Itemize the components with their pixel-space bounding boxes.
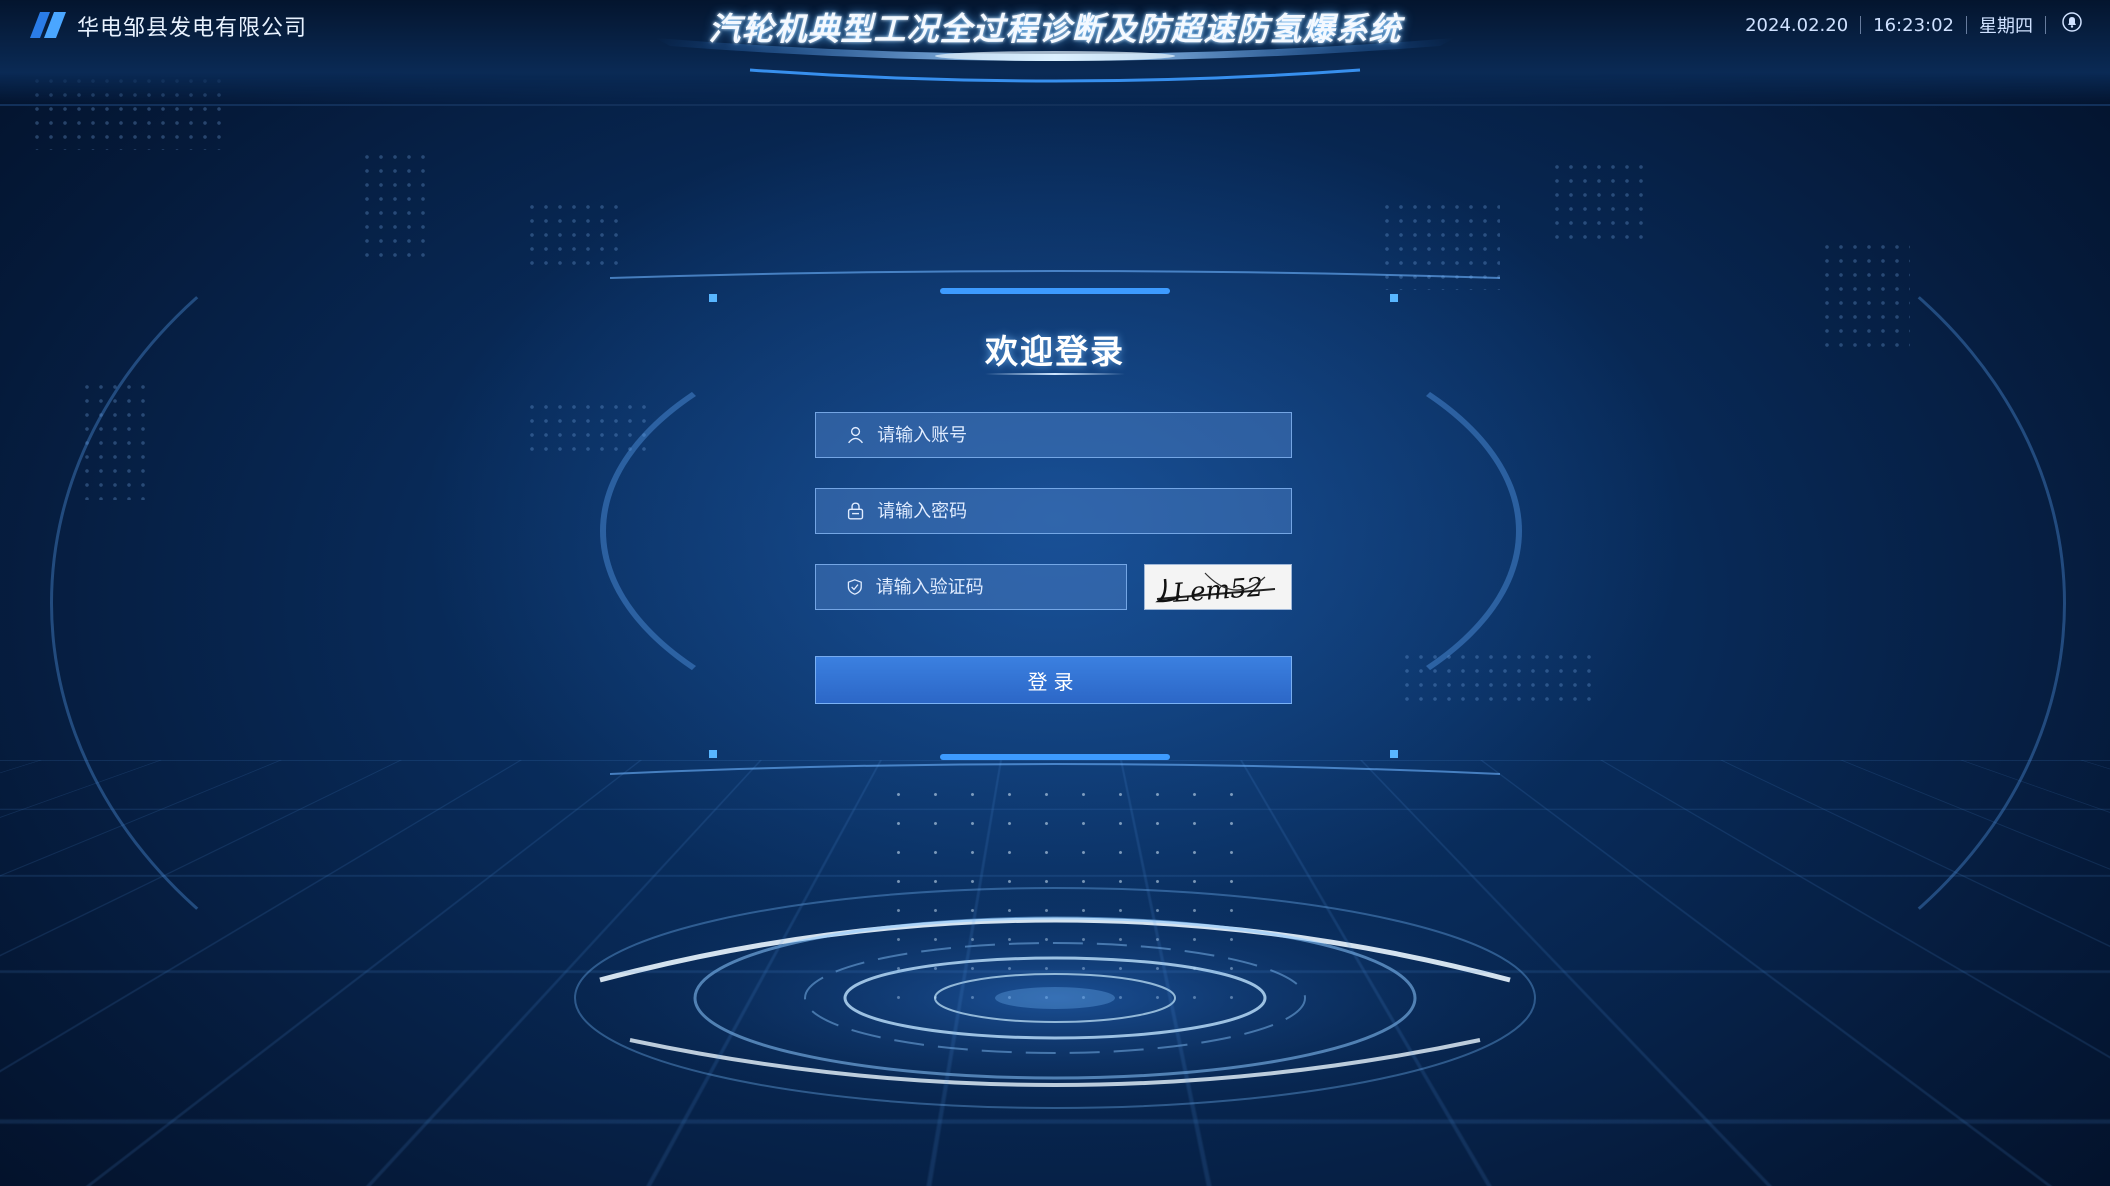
password-input[interactable] [875,500,1291,523]
password-field[interactable] [815,488,1292,534]
login-page: 华电邹县发电有限公司 汽轮机典型工况全过程诊断及防超速防氢爆系统 2024.02… [0,0,2110,1186]
captcha-text: Lem52 [1171,573,1264,609]
captcha-drawing: Lem52 [1145,565,1291,609]
captcha-field[interactable] [815,564,1127,610]
datetime-bar: 2024.02.20 16:23:02 星期四 [1745,12,2046,38]
account-input[interactable] [875,424,1291,447]
welcome-underline [985,373,1125,375]
current-time: 16:23:02 [1873,15,1954,36]
bell-icon[interactable] [2062,12,2082,32]
company-name: 华电邹县发电有限公司 [77,10,307,42]
shield-icon [846,576,864,598]
frame-corner-top-left [709,294,717,302]
title-banner: 汽轮机典型工况全过程诊断及防超速防氢爆系统 [650,0,1460,92]
user-icon [846,424,865,446]
brand-logo-icon [30,12,70,38]
welcome-title: 欢迎登录 [905,325,1205,373]
hologram-platform [520,870,1590,1130]
login-frame-bottom [610,750,1500,780]
lock-icon [846,500,865,522]
captcha-image[interactable]: Lem52 [1144,564,1292,610]
divider [1860,16,1861,34]
current-weekday: 星期四 [1979,12,2033,38]
top-header: 华电邹县发电有限公司 汽轮机典型工况全过程诊断及防超速防氢爆系统 2024.02… [0,0,2110,106]
divider [1966,16,1967,34]
frame-corner-top-right [1390,294,1398,302]
system-title: 汽轮机典型工况全过程诊断及防超速防氢爆系统 [650,4,1460,50]
captcha-input[interactable] [874,576,1126,599]
current-date: 2024.02.20 [1745,15,1848,36]
divider [2045,16,2046,34]
login-button[interactable]: 登录 [815,656,1292,704]
account-field[interactable] [815,412,1292,458]
login-frame-top [610,270,1500,300]
